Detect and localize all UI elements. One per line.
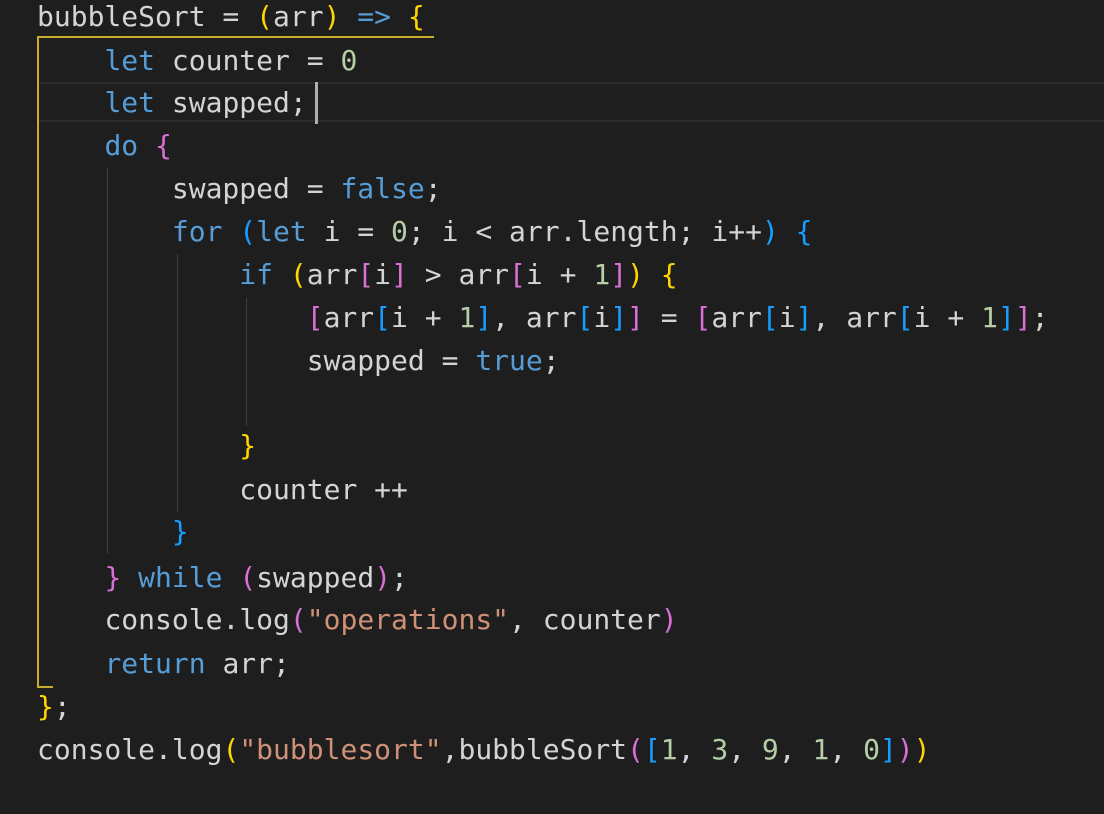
code-line-9[interactable]: swapped = true;: [37, 339, 560, 382]
code-line-17[interactable]: };: [37, 685, 71, 728]
code-line-7[interactable]: if (arr[i] > arr[i + 1]) {: [37, 253, 677, 296]
code-line-2[interactable]: let counter = 0: [37, 39, 357, 82]
code-line-3[interactable]: let swapped;: [37, 81, 306, 124]
text-cursor: [315, 82, 318, 124]
code-line-14[interactable]: } while (swapped);: [37, 556, 407, 599]
code-line-11[interactable]: }: [37, 424, 256, 467]
code-line-18[interactable]: console.log("bubblesort",bubbleSort([1, …: [37, 728, 931, 771]
code-line-15[interactable]: console.log("operations", counter): [37, 598, 677, 641]
code-line-16[interactable]: return arr;: [37, 642, 289, 685]
code-line-4[interactable]: do {: [37, 124, 171, 167]
code-line-12[interactable]: counter ++: [37, 468, 408, 511]
code-line-1[interactable]: bubbleSort = (arr) => {: [37, 0, 425, 38]
code-line-8[interactable]: [arr[i + 1], arr[i]] = [arr[i], arr[i + …: [37, 296, 1049, 339]
code-line-5[interactable]: swapped = false;: [37, 167, 442, 210]
code-editor[interactable]: bubbleSort = (arr) => { let counter = 0 …: [0, 0, 1104, 814]
code-line-6[interactable]: for (let i = 0; i < arr.length; i++) {: [37, 210, 813, 253]
token: bubbleSort: [37, 0, 206, 33]
code-line-13[interactable]: }: [37, 510, 189, 553]
